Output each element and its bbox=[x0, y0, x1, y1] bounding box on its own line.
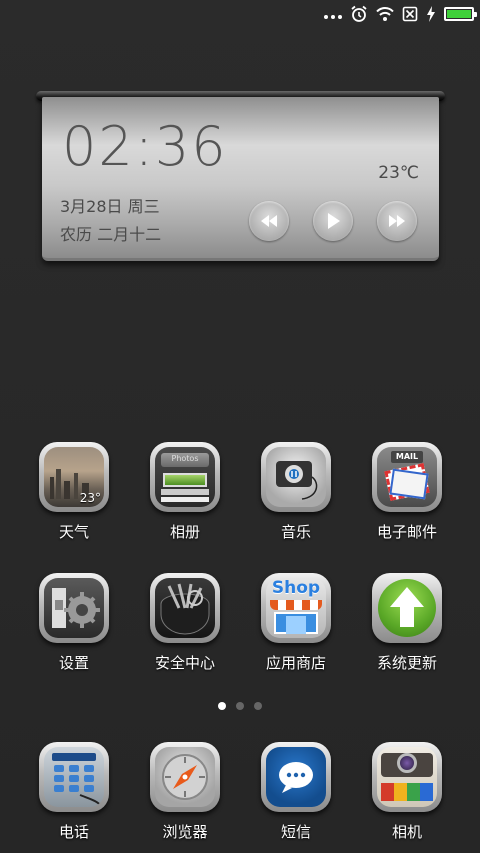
dock-browser[interactable]: 浏览器 bbox=[130, 742, 240, 842]
fast-forward-icon bbox=[389, 215, 405, 227]
app-store-icon: Shop bbox=[266, 578, 326, 638]
camera-icon bbox=[377, 747, 437, 807]
temperature: 23℃ bbox=[378, 163, 419, 183]
no-sim-icon bbox=[402, 6, 418, 22]
battery-icon bbox=[444, 7, 477, 21]
app-weather[interactable]: 23° 天气 bbox=[19, 442, 129, 542]
music-icon bbox=[266, 447, 326, 507]
rewind-button[interactable] bbox=[249, 201, 289, 241]
browser-icon bbox=[155, 747, 215, 807]
app-label: 系统更新 bbox=[376, 654, 437, 672]
home-screen: 02:36 3月28日 周三 农历 二月十二 23℃ 23° 天气 Photos… bbox=[0, 0, 480, 853]
messages-icon bbox=[266, 747, 326, 807]
battery-level bbox=[447, 10, 471, 18]
email-icon: MAIL bbox=[377, 447, 437, 507]
app-label: 安全中心 bbox=[154, 654, 215, 672]
email-badge: MAIL bbox=[395, 452, 419, 461]
play-button[interactable] bbox=[313, 201, 353, 241]
app-gallery[interactable]: Photos 相册 bbox=[130, 442, 240, 542]
app-label: 设置 bbox=[58, 654, 89, 672]
gallery-icon: Photos bbox=[155, 447, 215, 507]
page-dot-2[interactable] bbox=[236, 702, 244, 710]
weather-icon: 23° bbox=[44, 447, 104, 507]
gallery-badge: Photos bbox=[171, 454, 199, 463]
app-security-center[interactable]: 安全中心 bbox=[130, 573, 240, 673]
charging-icon bbox=[426, 6, 436, 22]
app-label: 相机 bbox=[391, 823, 422, 841]
dock-phone[interactable]: 电话 bbox=[19, 742, 129, 842]
more-dots-icon bbox=[324, 4, 342, 24]
app-label: 电子邮件 bbox=[376, 523, 437, 541]
security-center-icon bbox=[155, 578, 215, 638]
weather-badge: 23° bbox=[79, 491, 101, 505]
alarm-icon bbox=[350, 5, 368, 23]
app-label: 电话 bbox=[58, 823, 89, 841]
app-music[interactable]: 音乐 bbox=[241, 442, 351, 542]
app-email[interactable]: MAIL 电子邮件 bbox=[352, 442, 462, 542]
app-label: 短信 bbox=[280, 823, 311, 841]
play-icon bbox=[328, 213, 340, 229]
status-icons bbox=[324, 4, 477, 24]
app-label: 浏览器 bbox=[162, 823, 208, 841]
store-badge: Shop bbox=[271, 578, 321, 598]
clock-time: 02:36 bbox=[62, 115, 228, 178]
app-settings[interactable]: 设置 bbox=[19, 573, 129, 673]
status-bar bbox=[0, 0, 480, 28]
fast-forward-button[interactable] bbox=[377, 201, 417, 241]
page-indicator[interactable] bbox=[0, 702, 480, 710]
dock-messages[interactable]: 短信 bbox=[241, 742, 351, 842]
page-dot-3[interactable] bbox=[254, 702, 262, 710]
app-label: 应用商店 bbox=[265, 654, 326, 672]
app-label: 相册 bbox=[169, 523, 200, 541]
app-label: 天气 bbox=[58, 523, 89, 541]
clock-widget[interactable]: 02:36 3月28日 周三 农历 二月十二 23℃ bbox=[42, 97, 439, 261]
app-system-update[interactable]: 系统更新 bbox=[352, 573, 462, 673]
app-app-store[interactable]: Shop 应用商店 bbox=[241, 573, 351, 673]
wifi-icon bbox=[376, 6, 394, 22]
page-dot-1[interactable] bbox=[218, 702, 226, 710]
phone-icon bbox=[44, 747, 104, 807]
lunar-date: 农历 二月十二 bbox=[60, 225, 162, 244]
app-label: 音乐 bbox=[280, 523, 311, 541]
clock-date: 3月28日 周三 bbox=[60, 197, 160, 216]
dock-camera[interactable]: 相机 bbox=[352, 742, 462, 842]
system-update-icon bbox=[378, 579, 436, 637]
settings-icon bbox=[44, 578, 104, 638]
rewind-icon bbox=[261, 215, 277, 227]
